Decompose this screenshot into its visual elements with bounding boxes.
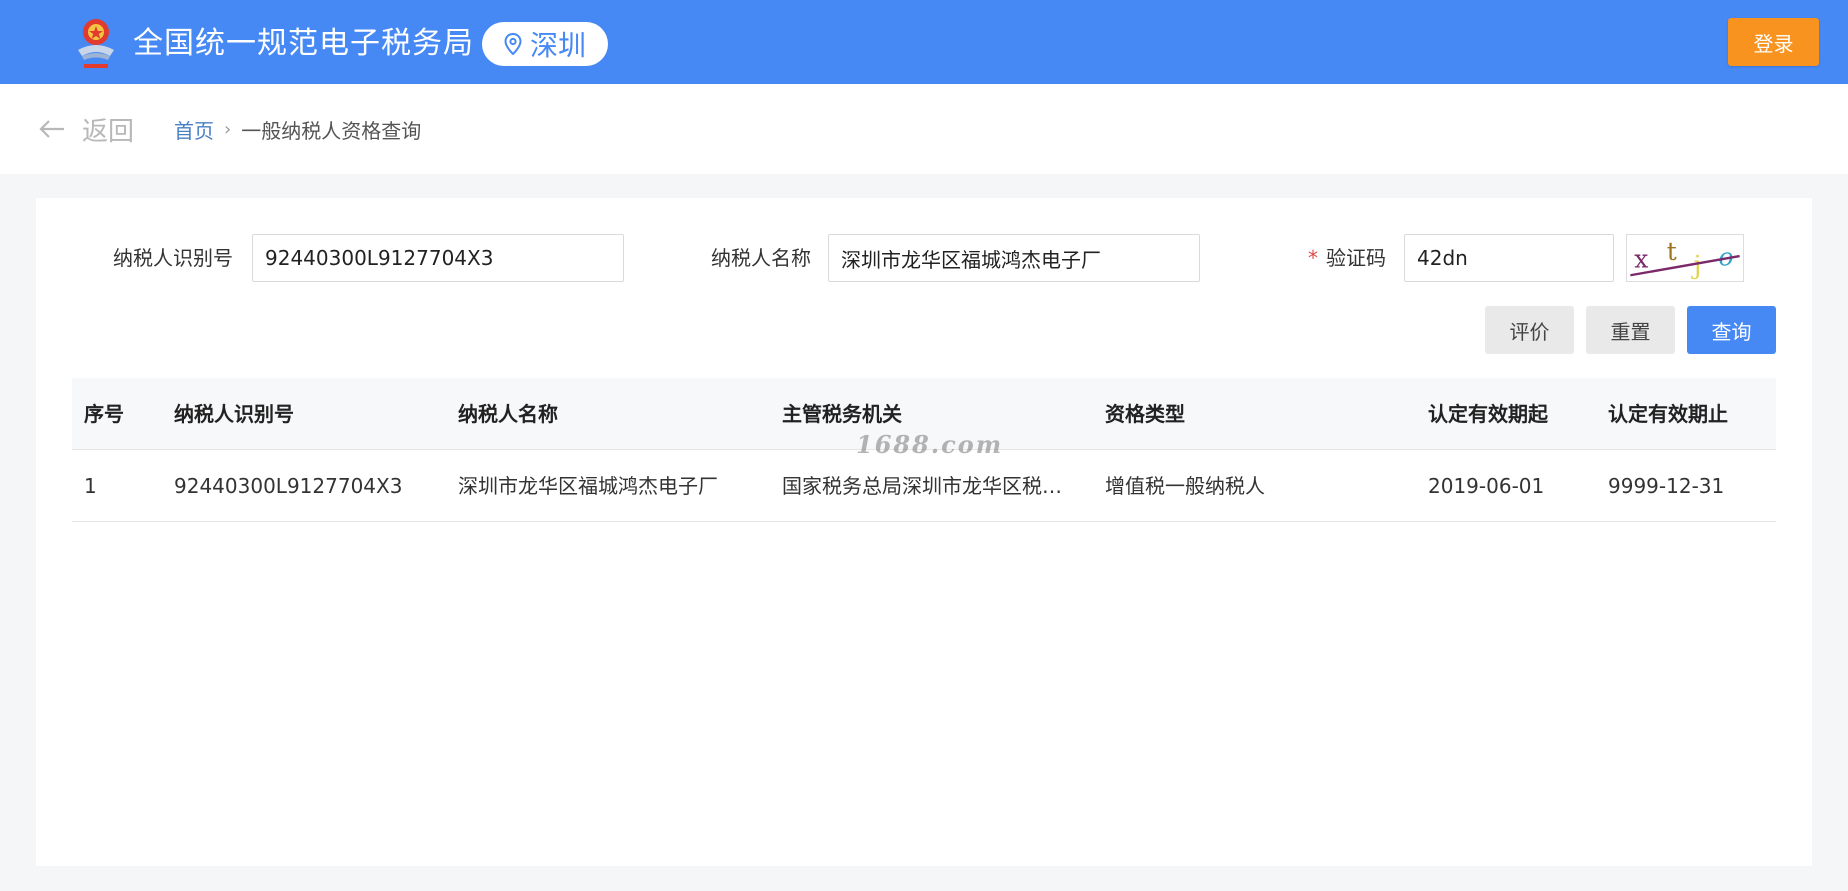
column-header: 纳税人名称 [458, 402, 558, 426]
cell-valid-to: 9999-12-31 [1608, 474, 1725, 498]
captcha-label: 验证码 [1326, 246, 1386, 270]
breadcrumb-separator: › [224, 118, 232, 140]
captcha-label-wrap: * 验证码 [1308, 235, 1386, 281]
cell-qualification-type: 增值税一般纳税人 [1105, 474, 1265, 498]
column-header: 纳税人识别号 [174, 402, 294, 426]
arrow-left-icon [39, 120, 64, 138]
rate-button[interactable]: 评价 [1485, 306, 1574, 354]
city-label: 深圳 [529, 29, 586, 62]
back-button[interactable]: 返回 [38, 112, 135, 147]
table-row[interactable]: 1 92440300L9127704X3 深圳市龙华区福城鸿杰电子厂 国家税务总… [72, 450, 1776, 522]
column-header: 认定有效期止 [1608, 402, 1728, 426]
captcha-input[interactable] [1404, 234, 1614, 282]
cell-tax-authority: 国家税务总局深圳市龙华区税务局 [782, 474, 1072, 498]
taxpayer-name-label: 纳税人名称 [711, 246, 811, 270]
breadcrumb-current: 一般纳税人资格查询 [241, 118, 422, 143]
site-title: 全国统一规范电子税务局 [133, 26, 474, 61]
cell-taxpayer-id: 92440300L9127704X3 [174, 474, 403, 498]
city-selector[interactable]: 深圳 [482, 22, 608, 66]
sub-navigation: 返回 首页 › 一般纳税人资格查询 [0, 84, 1848, 174]
watermark: 1688.com [856, 430, 1004, 459]
captcha-char: x [1634, 245, 1648, 274]
taxpayer-id-label: 纳税人识别号 [113, 246, 233, 270]
cell-taxpayer-name: 深圳市龙华区福城鸿杰电子厂 [458, 474, 718, 498]
breadcrumb: 首页 › 一般纳税人资格查询 [174, 114, 421, 144]
login-button[interactable]: 登录 [1728, 18, 1819, 66]
location-pin-icon [504, 33, 522, 55]
captcha-image[interactable]: x t j o [1626, 234, 1744, 282]
taxpayer-name-input[interactable] [828, 234, 1200, 282]
column-header: 序号 [84, 402, 124, 426]
back-label: 返回 [82, 116, 135, 147]
reset-button[interactable]: 重置 [1586, 306, 1675, 354]
cell-index: 1 [84, 474, 97, 498]
top-header: 全国统一规范电子税务局 深圳 登录 [0, 0, 1848, 84]
column-header: 资格类型 [1105, 402, 1185, 426]
taxpayer-id-input[interactable] [252, 234, 624, 282]
captcha-char: t [1667, 237, 1677, 266]
column-header: 认定有效期起 [1428, 402, 1548, 426]
required-mark: * [1308, 246, 1318, 270]
query-button[interactable]: 查询 [1687, 306, 1776, 354]
tax-emblem-icon [78, 19, 114, 68]
cell-valid-from: 2019-06-01 [1428, 474, 1545, 498]
query-card: 纳税人识别号 纳税人名称 * 验证码 x t j o 评价 重置 查询 序号 纳税… [36, 198, 1812, 866]
breadcrumb-home[interactable]: 首页 [174, 115, 214, 144]
